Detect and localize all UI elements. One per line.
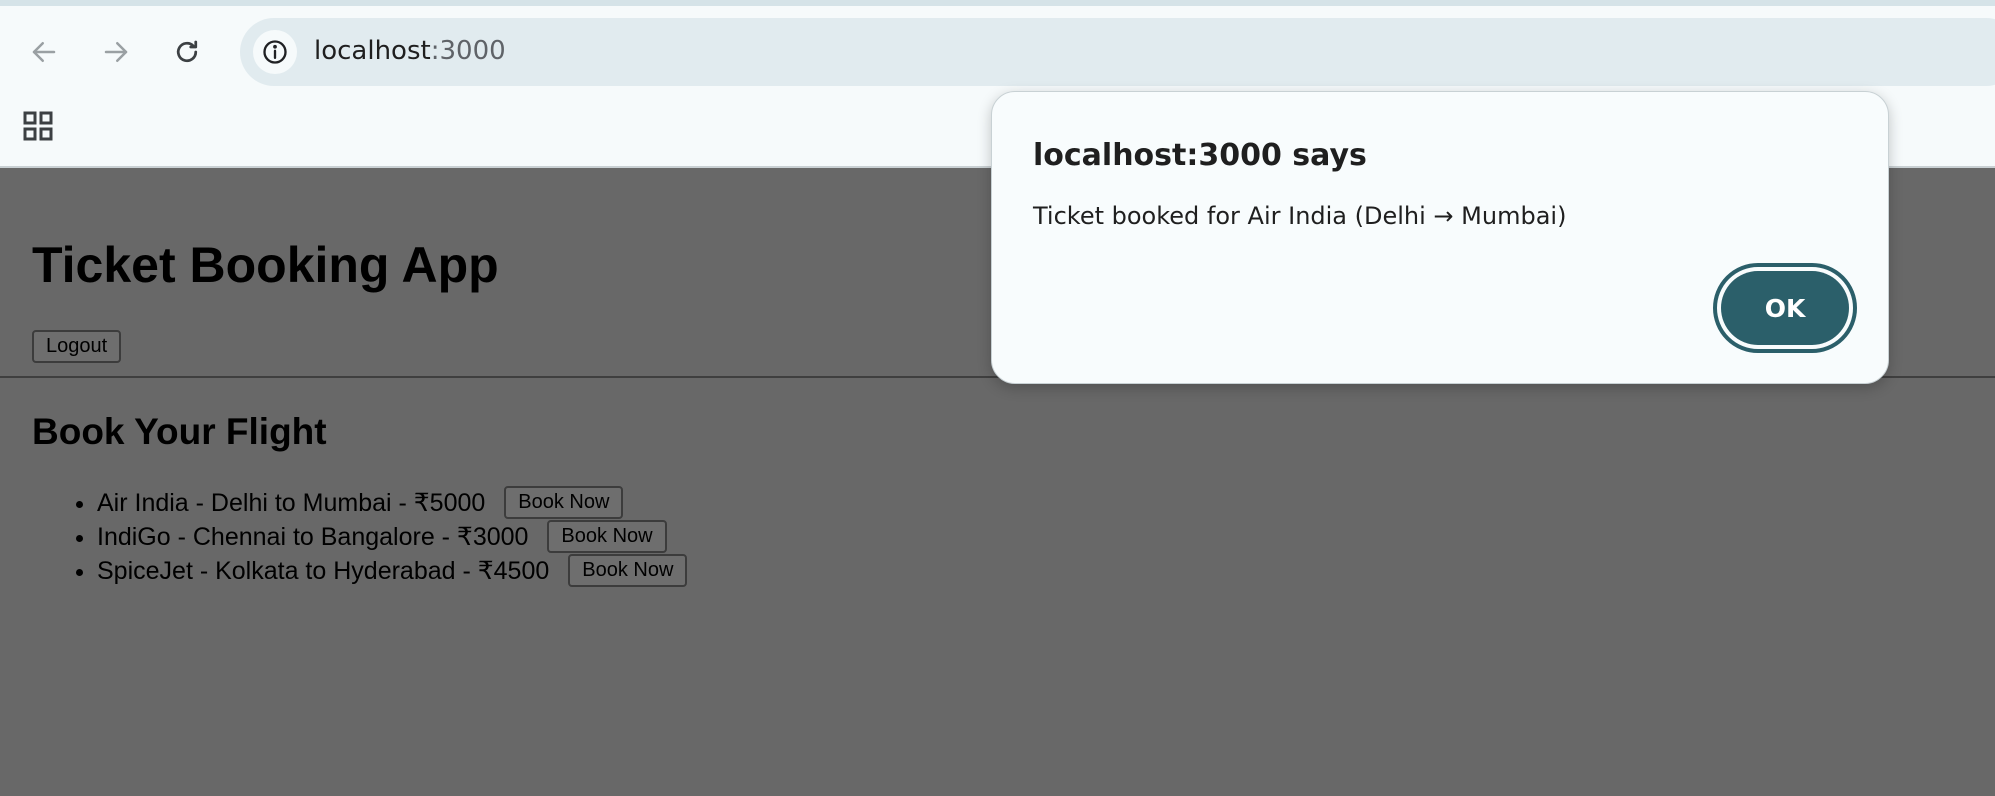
url-port: :3000 bbox=[430, 36, 506, 66]
list-item: SpiceJet - Kolkata to Hyderabad - ₹4500 … bbox=[97, 554, 688, 588]
arrow-right-icon bbox=[104, 42, 128, 62]
address-bar[interactable]: localhost:3000 bbox=[240, 18, 1995, 86]
url-host: localhost bbox=[314, 36, 431, 66]
apps-grid-icon[interactable] bbox=[22, 110, 54, 142]
section-title: Book Your Flight bbox=[32, 411, 327, 452]
dialog-title: localhost:3000 says bbox=[1033, 138, 1367, 173]
alert-dialog: localhost:3000 says Ticket booked for Ai… bbox=[991, 91, 1889, 384]
dialog-message: Ticket booked for Air India (Delhi → Mum… bbox=[1033, 202, 1567, 230]
ok-button[interactable]: OK bbox=[1721, 271, 1849, 345]
book-now-button[interactable]: Book Now bbox=[504, 486, 624, 519]
book-now-button[interactable]: Book Now bbox=[568, 554, 688, 587]
url-text[interactable]: localhost:3000 bbox=[314, 36, 506, 66]
reload-icon bbox=[176, 40, 198, 63]
list-item: IndiGo - Chennai to Bangalore - ₹3000 Bo… bbox=[97, 520, 687, 554]
flight-list: Air India - Delhi to Mumbai - ₹5000 Book… bbox=[0, 486, 688, 588]
forward-button[interactable] bbox=[92, 28, 140, 76]
back-button[interactable] bbox=[20, 28, 68, 76]
flight-label: SpiceJet - Kolkata to Hyderabad - ₹4500 bbox=[97, 557, 550, 585]
book-now-button[interactable]: Book Now bbox=[547, 520, 667, 553]
site-info-button[interactable] bbox=[253, 30, 297, 74]
page-title: Ticket Booking App bbox=[32, 237, 499, 293]
list-item: Air India - Delhi to Mumbai - ₹5000 Book… bbox=[97, 486, 687, 520]
arrow-left-icon bbox=[32, 42, 56, 62]
logout-button[interactable]: Logout bbox=[32, 330, 122, 363]
tab-strip bbox=[0, 0, 1995, 6]
reload-button[interactable] bbox=[163, 28, 211, 76]
info-icon bbox=[263, 40, 287, 64]
flight-label: IndiGo - Chennai to Bangalore - ₹3000 bbox=[97, 523, 529, 551]
ok-focus-ring: OK bbox=[1713, 263, 1857, 353]
flight-label: Air India - Delhi to Mumbai - ₹5000 bbox=[97, 489, 486, 517]
